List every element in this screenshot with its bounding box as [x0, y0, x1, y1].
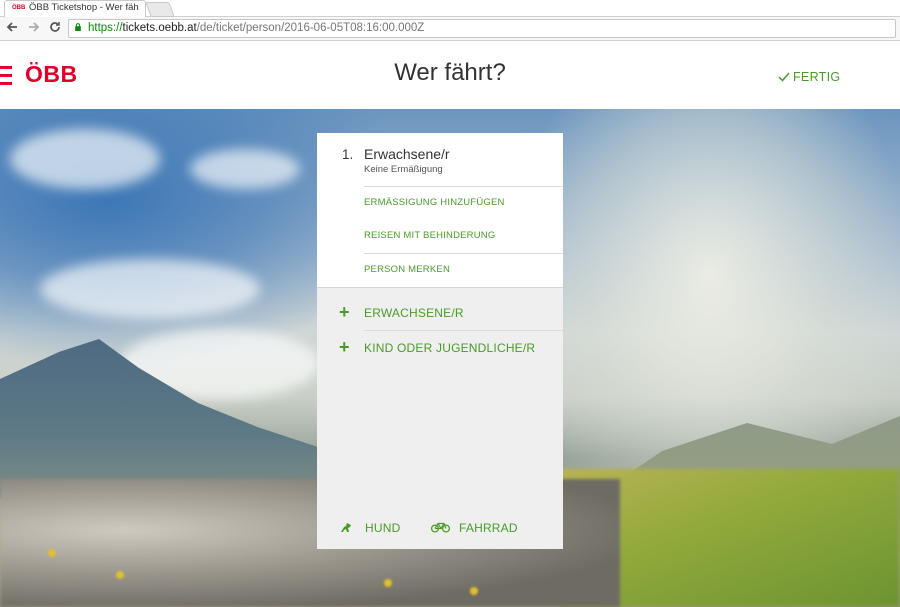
- dog-icon: [341, 523, 351, 532]
- forward-arrow-icon[interactable]: [26, 20, 42, 36]
- url-text: https://tickets.oebb.at/de/ticket/person…: [88, 22, 425, 34]
- page-title: Wer fährt?: [394, 59, 506, 86]
- add-adult-label: ERWACHSENE/R: [364, 306, 464, 320]
- bicycle-label: FAHRRAD: [459, 521, 518, 535]
- plus-icon: +: [339, 302, 350, 322]
- reload-icon[interactable]: [47, 20, 63, 36]
- oebb-favicon-icon: ÖBB: [12, 5, 26, 11]
- bicycle-icon: [431, 522, 450, 533]
- passenger-card: 1. Erwachsene/r Keine Ermäßigung ERMÄSSI…: [317, 133, 563, 288]
- dog-label: HUND: [365, 521, 401, 535]
- divider: [364, 253, 563, 254]
- lock-icon: [75, 23, 81, 31]
- browser-toolbar: https://tickets.oebb.at/de/ticket/person…: [0, 17, 900, 41]
- new-tab-button[interactable]: [145, 2, 175, 17]
- done-label: FERTIG: [793, 70, 841, 84]
- add-discount-link[interactable]: ERMÄSSIGUNG HINZUFÜGEN: [364, 197, 505, 208]
- site-header: ÖBB Wer fährt? FERTIG: [0, 41, 900, 109]
- browser-tab-bar: ÖBB ÖBB Ticketshop - Wer fäh: [0, 0, 900, 17]
- passenger-type[interactable]: Erwachsene/r: [364, 146, 450, 162]
- passenger-number: 1.: [342, 147, 354, 162]
- address-bar[interactable]: https://tickets.oebb.at/de/ticket/person…: [68, 19, 896, 38]
- add-child-label: KIND ODER JUGENDLICHE/R: [364, 341, 536, 355]
- plus-icon: +: [339, 337, 350, 357]
- back-arrow-icon[interactable]: [4, 20, 20, 36]
- add-adult-button[interactable]: + ERWACHSENE/R: [317, 296, 563, 330]
- add-child-button[interactable]: + KIND ODER JUGENDLICHE/R: [317, 331, 563, 365]
- add-bicycle-button[interactable]: FAHRRAD: [431, 521, 518, 535]
- remember-person-link[interactable]: PERSON MERKEN: [364, 264, 450, 275]
- browser-tab[interactable]: ÖBB ÖBB Ticketshop - Wer fäh: [4, 0, 146, 17]
- passenger-discount: Keine Ermäßigung: [364, 164, 443, 175]
- done-button[interactable]: FERTIG: [778, 70, 840, 84]
- tab-title: ÖBB Ticketshop - Wer fäh: [29, 2, 139, 13]
- passenger-panel: 1. Erwachsene/r Keine Ermäßigung ERMÄSSI…: [317, 133, 563, 549]
- add-dog-button[interactable]: HUND: [339, 521, 400, 535]
- travel-with-disability-link[interactable]: REISEN MIT BEHINDERUNG: [364, 230, 495, 241]
- divider: [364, 186, 563, 187]
- checkmark-icon: [778, 72, 790, 82]
